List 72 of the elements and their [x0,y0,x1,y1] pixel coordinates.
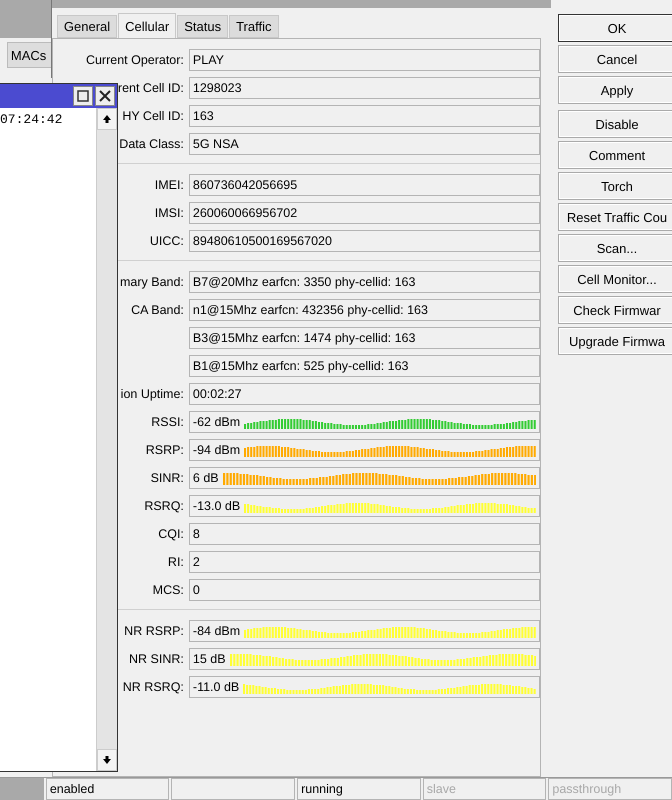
field-label: mary Band: [120,275,184,289]
value-field: 5G NSA [188,133,540,155]
dialog-button[interactable]: Upgrade Firmwa [558,327,672,355]
field-label: RSRP: [146,443,184,457]
value-field: 163 [188,105,540,127]
down-arrow-icon [102,755,112,765]
field-label: NR SINR: [129,652,184,666]
signal-value: 6 dB [192,471,219,485]
up-arrow-icon [102,114,112,124]
dialog-button[interactable]: Cancel [558,45,672,73]
signal-value: -11.0 dB [192,680,240,694]
maximize-icon [77,90,89,102]
field-label: NR RSRQ: [122,680,184,694]
status-cell: enabled [46,778,170,800]
value-field: B3@15Mhz earfcn: 1474 phy-cellid: 163 [188,327,540,349]
field-label: Data Class: [119,137,184,151]
tab[interactable]: General [56,15,118,38]
value-field: n1@15Mhz earfcn: 432356 phy-cellid: 163 [188,299,540,321]
value-field: B7@20Mhz earfcn: 3350 phy-cellid: 163 [188,271,540,293]
dialog-button[interactable]: Apply [558,76,672,104]
signal-value: -84 dBm [192,624,240,638]
dialog-button[interactable]: Reset Traffic Cou [558,203,672,231]
background-tab[interactable]: MACs [6,42,51,68]
tab[interactable]: Cellular [118,13,176,38]
signal-value: 15 dB [192,652,226,666]
value-field: 2 [188,551,540,573]
field-label: rent Cell ID: [118,81,184,95]
dialog-button[interactable]: Comment [558,141,672,169]
value-field: 0 [188,579,540,601]
field-label: MCS: [152,583,184,597]
field-label: CQI: [158,527,184,541]
field-label: CA Band: [131,303,184,317]
close-button[interactable] [95,86,115,106]
value-field: B1@15Mhz earfcn: 525 phy-cellid: 163 [188,355,540,377]
field-label: IMEI: [154,178,184,192]
value-field: 89480610500169567020 [188,230,540,252]
field-label: RSSI: [151,415,184,429]
field-label: ion Uptime: [120,387,184,401]
status-bar-block [0,778,44,800]
field-label: Current Operator: [86,53,184,67]
dialog-button[interactable]: Torch [558,172,672,200]
status-cell: running [297,778,421,800]
value-field: 260060066956702 [188,202,540,224]
value-field: 8 [188,523,540,545]
signal-value: -94 dBm [192,443,240,457]
dialog-button[interactable]: OK [558,14,672,42]
value-field: 00:02:27 [188,383,540,405]
dialog-button[interactable]: Check Firmwar [558,296,672,324]
status-cell: slave [422,778,546,800]
signal-value: -13.0 dB [192,499,240,513]
close-icon [99,90,111,102]
log-line: 07:24:42 [0,112,62,127]
scroll-down-button[interactable] [97,749,117,771]
value-field: PLAY [188,49,540,71]
signal-value: -62 dBm [192,415,240,429]
field-label: UICC: [150,234,184,248]
dialog-button[interactable]: Scan... [558,234,672,262]
field-label: RSRQ: [144,499,184,513]
tab[interactable]: Status [177,15,228,38]
field-label: IMSI: [154,206,184,220]
scroll-up-button[interactable] [97,108,117,130]
value-field: 1298023 [188,77,540,99]
dialog-button[interactable]: Cell Monitor... [558,265,672,293]
dialog-button[interactable]: Disable [558,110,672,138]
field-label: NR RSRP: [124,624,184,638]
maximize-button[interactable] [73,86,93,106]
field-label: HY Cell ID: [122,109,184,123]
value-field: 860736042056695 [188,174,540,196]
tab[interactable]: Traffic [229,15,278,38]
field-label: SINR: [150,471,184,485]
field-label: RI: [168,555,184,569]
status-cell: passthrough [548,778,672,800]
